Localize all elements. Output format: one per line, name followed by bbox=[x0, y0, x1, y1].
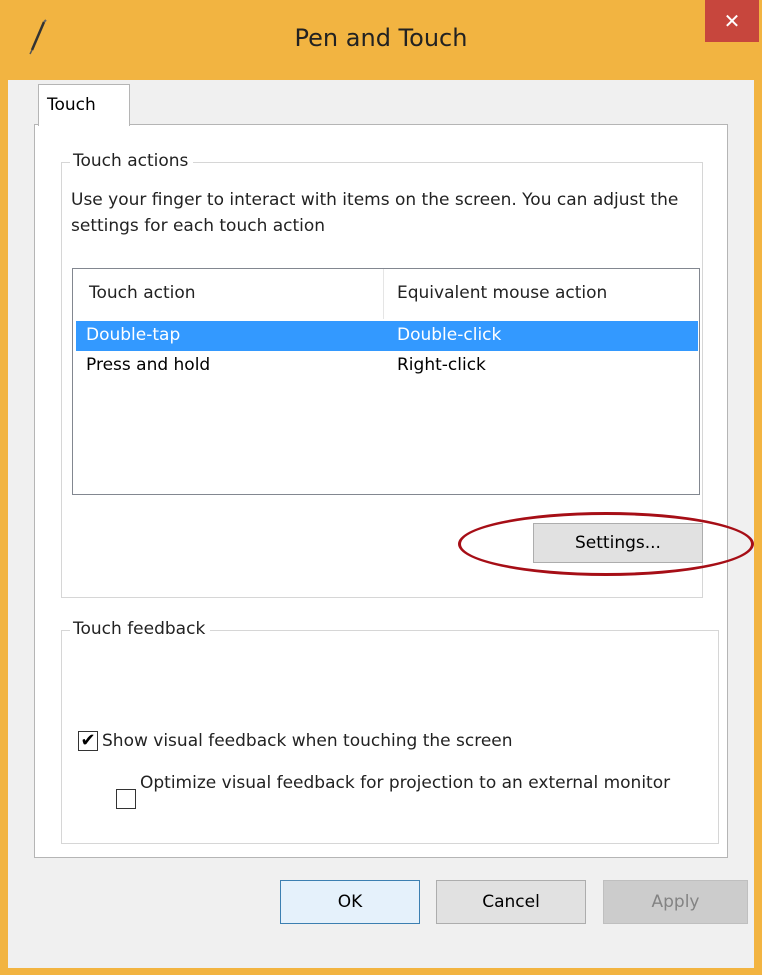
row-touch-action: Press and hold bbox=[86, 355, 211, 375]
window-title: Pen and Touch bbox=[294, 24, 468, 52]
column-divider[interactable] bbox=[383, 269, 384, 319]
dialog-client-area: Touch Touch actions Use your finger to i… bbox=[8, 80, 754, 968]
touch-tab-page: Touch actions Use your finger to interac… bbox=[34, 124, 728, 858]
row-mouse-action: Double-click bbox=[397, 325, 502, 345]
pen-and-touch-window: Pen and Touch ✕ Touch Touch actions Use … bbox=[0, 0, 762, 975]
optimize-projection-label[interactable]: Optimize visual feedback for projection … bbox=[140, 771, 680, 795]
apply-button[interactable]: Apply bbox=[603, 880, 748, 924]
close-button[interactable]: ✕ bbox=[705, 0, 759, 42]
list-header: Touch action Equivalent mouse action bbox=[73, 269, 699, 321]
show-visual-feedback-checkbox[interactable]: ✔ bbox=[78, 731, 98, 751]
touch-feedback-group-label: Touch feedback bbox=[70, 619, 211, 639]
column-header-touch-action[interactable]: Touch action bbox=[89, 283, 196, 303]
list-row-press-and-hold[interactable]: Press and hold Right-click bbox=[76, 351, 698, 381]
row-mouse-action: Right-click bbox=[397, 355, 486, 375]
row-touch-action: Double-tap bbox=[86, 325, 181, 345]
list-row-double-tap[interactable]: Double-tap Double-click bbox=[76, 321, 698, 351]
touch-actions-group: Touch actions Use your finger to interac… bbox=[61, 151, 703, 598]
show-visual-feedback-label[interactable]: Show visual feedback when touching the s… bbox=[102, 729, 662, 753]
ok-button[interactable]: OK bbox=[280, 880, 420, 924]
touch-feedback-group: Touch feedback ✔ Show visual feedback wh… bbox=[61, 619, 719, 844]
cancel-button[interactable]: Cancel bbox=[436, 880, 586, 924]
tab-touch[interactable]: Touch bbox=[38, 84, 130, 126]
column-header-mouse-action[interactable]: Equivalent mouse action bbox=[397, 283, 607, 303]
touch-actions-description: Use your finger to interact with items o… bbox=[71, 190, 679, 236]
touch-actions-group-label: Touch actions bbox=[70, 151, 194, 171]
optimize-projection-checkbox[interactable] bbox=[116, 789, 136, 809]
touch-action-list[interactable]: Touch action Equivalent mouse action Dou… bbox=[72, 268, 700, 495]
title-bar[interactable]: Pen and Touch ✕ bbox=[0, 0, 762, 80]
settings-button[interactable]: Settings... bbox=[533, 523, 703, 563]
